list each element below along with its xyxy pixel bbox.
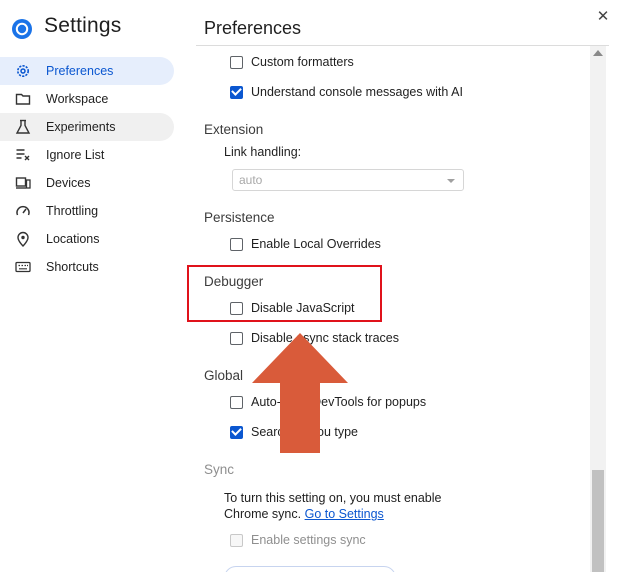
- scrollbar[interactable]: [590, 46, 606, 572]
- sidebar-item-shortcuts[interactable]: Shortcuts: [0, 253, 174, 281]
- go-to-settings-link[interactable]: Go to Settings: [305, 507, 384, 521]
- sidebar-item-label: Workspace: [46, 92, 109, 106]
- app-title: Settings: [44, 14, 122, 37]
- page-title: Preferences: [204, 18, 302, 38]
- sidebar-item-label: Ignore List: [46, 148, 105, 162]
- sidebar-item-label: Shortcuts: [46, 260, 99, 274]
- understand-console-option[interactable]: Understand console messages with AI: [230, 85, 463, 99]
- enable-local-overrides-option[interactable]: Enable Local Overrides: [230, 237, 381, 251]
- disable-async-checkbox[interactable]: [230, 331, 243, 345]
- sidebar-item-preferences[interactable]: Preferences: [0, 57, 174, 85]
- sync-description-line2: Chrome sync. Go to Settings: [224, 506, 484, 522]
- sync-description: To turn this setting on, you must enable…: [224, 490, 484, 522]
- option-label: Understand console messages with AI: [251, 85, 463, 99]
- sync-description-line1: To turn this setting on, you must enable: [224, 491, 442, 505]
- sidebar-item-locations[interactable]: Locations: [0, 225, 174, 253]
- link-handling-select[interactable]: auto: [232, 169, 464, 191]
- section-title-persistence: Persistence: [204, 210, 275, 225]
- highlight-box: [187, 265, 382, 322]
- understand-console-checkbox[interactable]: [230, 85, 243, 99]
- devices-icon: [14, 174, 32, 192]
- sidebar-item-label: Experiments: [46, 120, 116, 134]
- custom-formatters-option[interactable]: Custom formatters: [230, 55, 354, 69]
- partial-bottom-button[interactable]: [224, 566, 396, 572]
- sidebar-item-experiments[interactable]: Experiments: [0, 113, 174, 141]
- gear-icon: [14, 62, 32, 80]
- flask-icon: [14, 118, 32, 136]
- section-title-extension: Extension: [204, 122, 264, 137]
- ignore-list-icon: [14, 146, 32, 164]
- search-as-you-type-checkbox[interactable]: [230, 425, 243, 439]
- section-title-sync: Sync: [204, 462, 235, 477]
- sidebar-item-devices[interactable]: Devices: [0, 169, 174, 197]
- sidebar-item-label: Devices: [46, 176, 91, 190]
- close-icon: ✕: [596, 8, 610, 25]
- option-label: Custom formatters: [251, 55, 354, 69]
- enable-settings-sync-checkbox[interactable]: [230, 533, 243, 547]
- sidebar-item-workspace[interactable]: Workspace: [0, 85, 174, 113]
- custom-formatters-checkbox[interactable]: [230, 55, 243, 69]
- close-button[interactable]: ✕: [593, 6, 613, 26]
- sidebar-item-label: Throttling: [46, 204, 99, 218]
- up-arrow-icon: [252, 333, 348, 453]
- sync-description-prefix: Chrome sync.: [224, 507, 302, 521]
- link-handling-label: Link handling:: [224, 145, 302, 159]
- folder-icon: [14, 90, 32, 108]
- section-title-global: Global: [204, 368, 244, 383]
- sidebar: Preferences Workspace Experiments Ignore…: [0, 57, 180, 281]
- sidebar-item-label: Locations: [46, 232, 100, 246]
- location-pin-icon: [14, 230, 32, 248]
- scrollbar-thumb[interactable]: [592, 470, 604, 572]
- option-label: Enable settings sync: [251, 533, 366, 547]
- chevron-down-icon: [447, 179, 455, 183]
- enable-local-overrides-checkbox[interactable]: [230, 237, 243, 251]
- speedometer-icon: [14, 202, 32, 220]
- sidebar-item-ignore-list[interactable]: Ignore List: [0, 141, 174, 169]
- enable-settings-sync-option[interactable]: Enable settings sync: [230, 533, 366, 547]
- chrome-devtools-logo-icon: [11, 18, 33, 40]
- option-label: Enable Local Overrides: [251, 237, 381, 251]
- auto-open-checkbox[interactable]: [230, 395, 243, 409]
- sidebar-item-label: Preferences: [46, 64, 114, 78]
- keyboard-icon: [14, 258, 32, 276]
- select-value: auto: [239, 173, 263, 187]
- scroll-up-arrow-icon[interactable]: [593, 50, 603, 56]
- sidebar-item-throttling[interactable]: Throttling: [0, 197, 174, 225]
